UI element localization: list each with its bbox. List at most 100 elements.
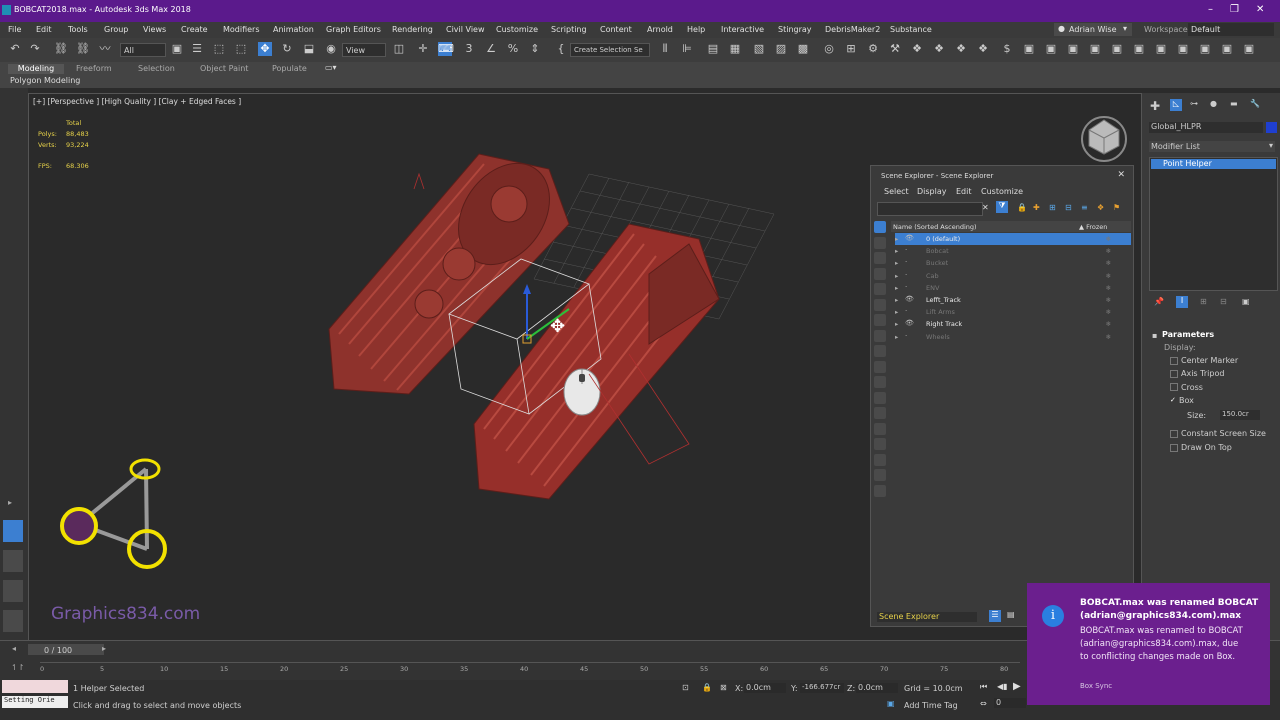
plugin-tool-15-icon[interactable]: ▣: [1220, 42, 1234, 56]
se-menu-select[interactable]: Select: [884, 187, 909, 196]
hierarchy-tab-icon[interactable]: ⊶: [1190, 99, 1198, 108]
undo-icon[interactable]: ↶: [8, 42, 22, 56]
z-field[interactable]: 0.0cm: [856, 683, 898, 693]
menu-customize[interactable]: Customize: [496, 25, 538, 34]
footer-tool-icon-1[interactable]: ☰: [989, 610, 1001, 622]
visibility-eye-icon[interactable]: ·: [905, 283, 907, 291]
freeze-icon[interactable]: ❄: [1106, 296, 1111, 304]
utilities-tab-icon[interactable]: 🔧: [1250, 99, 1260, 108]
close-icon[interactable]: ✕: [1117, 170, 1125, 180]
place-icon[interactable]: ◉: [324, 42, 338, 56]
ribbon-tab-freeform[interactable]: Freeform: [76, 64, 112, 73]
plugin-tool-2-icon[interactable]: ❖: [932, 42, 946, 56]
menu-file[interactable]: File: [8, 25, 21, 34]
ribbon-tab-modeling[interactable]: Modeling: [8, 64, 64, 74]
maxscript-output[interactable]: Setting Orie: [2, 696, 68, 708]
display-tab-icon[interactable]: ▬: [1230, 99, 1238, 108]
expand-arrow-icon[interactable]: ▸: [8, 498, 12, 507]
ribbon-tab-selection[interactable]: Selection: [138, 64, 175, 73]
freeze-icon[interactable]: ❄: [1106, 247, 1111, 255]
expand-arrow-icon[interactable]: ▸: [895, 320, 898, 328]
layer-explorer-icon[interactable]: ▤: [706, 42, 720, 56]
object-color-swatch[interactable]: [1266, 122, 1277, 133]
size-spinner[interactable]: 150.0cr: [1220, 410, 1260, 420]
y-field[interactable]: -166.677cr: [800, 683, 844, 693]
plugin-tool-5-icon[interactable]: $: [1000, 42, 1014, 56]
option-draw-on-top[interactable]: Draw On Top: [1170, 443, 1232, 452]
menu-substance[interactable]: Substance: [890, 25, 932, 34]
visibility-eye-icon[interactable]: ·: [905, 271, 907, 279]
redo-icon[interactable]: ↷: [28, 42, 42, 56]
visibility-eye-icon[interactable]: 👁: [905, 295, 914, 303]
freeze-icon[interactable]: ❄: [1106, 333, 1111, 341]
keyboard-shortcut-icon[interactable]: ⌨: [438, 42, 454, 56]
scale-icon[interactable]: ⬓: [302, 42, 316, 56]
ribbon-tab-populate[interactable]: Populate: [272, 64, 307, 73]
se-side-tool-9[interactable]: [874, 345, 886, 357]
scene-explorer-row[interactable]: ▸ · Lift Arms ❄: [895, 306, 1131, 318]
select-by-name-icon[interactable]: ☰: [190, 42, 204, 56]
menu-arnold[interactable]: Arnold: [647, 25, 673, 34]
plugin-tool-10-icon[interactable]: ▣: [1110, 42, 1124, 56]
expand-arrow-icon[interactable]: ▸: [895, 247, 898, 255]
rectangular-region-icon[interactable]: ⬚: [212, 42, 226, 56]
freeze-icon[interactable]: ❄: [1106, 320, 1111, 328]
menu-animation[interactable]: Animation: [273, 25, 314, 34]
play-icon[interactable]: ▶: [1013, 681, 1021, 692]
menu-debrismaker2[interactable]: DebrisMaker2: [825, 25, 880, 34]
select-object-icon[interactable]: ▣: [170, 42, 184, 56]
ribbon-tab-object-paint[interactable]: Object Paint: [200, 64, 248, 73]
menu-content[interactable]: Content: [600, 25, 632, 34]
se-menu-display[interactable]: Display: [917, 187, 947, 196]
user-account-menu[interactable]: ● Adrian Wise ▾: [1054, 23, 1132, 36]
ribbon-toggle-icon[interactable]: ▦: [728, 42, 742, 56]
box-sync-notification[interactable]: i BOBCAT.max was renamed BOBCAT (adrian@…: [1027, 583, 1270, 705]
column-frozen[interactable]: ▲ Frozen: [1079, 223, 1107, 231]
menu-edit[interactable]: Edit: [36, 25, 52, 34]
option-constant-screen-size[interactable]: Constant Screen Size: [1170, 429, 1266, 438]
plugin-tool-12-icon[interactable]: ▣: [1154, 42, 1168, 56]
se-side-tool-10[interactable]: [874, 360, 886, 373]
se-side-tool-11[interactable]: [874, 376, 886, 388]
add-time-tag[interactable]: Add Time Tag: [904, 701, 958, 710]
material-editor-icon[interactable]: ▩: [796, 42, 810, 56]
menu-graph-editors[interactable]: Graph Editors: [326, 25, 381, 34]
expand-arrow-icon[interactable]: ▸: [895, 284, 898, 292]
go-to-start-icon[interactable]: ⏮: [980, 682, 987, 692]
workspace-dropdown[interactable]: Default: [1188, 23, 1274, 36]
create-tab-icon[interactable]: ✚: [1150, 99, 1160, 113]
se-side-tool-1[interactable]: [874, 221, 886, 233]
expand-arrow-icon[interactable]: ▸: [895, 296, 898, 304]
menu-help[interactable]: Help: [687, 25, 705, 34]
rendered-frame-icon[interactable]: ⊞: [844, 42, 858, 56]
scene-explorer-search[interactable]: [877, 202, 983, 216]
scene-explorer-row[interactable]: ▸ 👁 0 (default) ❄: [895, 233, 1131, 245]
selection-filter-dropdown[interactable]: All: [120, 43, 166, 57]
minimize-icon[interactable]: –: [1208, 4, 1213, 15]
footer-tool-icon-2[interactable]: ▤: [1007, 610, 1015, 619]
layout-tab-1[interactable]: [3, 520, 23, 542]
time-slider[interactable]: 0 / 100: [28, 644, 104, 655]
track-bar[interactable]: [40, 662, 1020, 678]
link-icon[interactable]: ⛓: [54, 42, 68, 56]
checkbox[interactable]: [1170, 356, 1178, 365]
plugin-tool-11-icon[interactable]: ▣: [1132, 42, 1146, 56]
se-side-tool-7[interactable]: [874, 314, 886, 326]
se-side-tool-18[interactable]: [874, 484, 886, 497]
prev-key-icon[interactable]: ◀▮: [997, 682, 1008, 691]
menu-civil-view[interactable]: Civil View: [446, 25, 485, 34]
edit-named-selection-icon[interactable]: {: [554, 42, 568, 56]
visibility-eye-icon[interactable]: ·: [905, 258, 907, 266]
freeze-icon[interactable]: ❄: [1106, 235, 1111, 243]
object-name-field[interactable]: Global_HLPR: [1149, 122, 1263, 133]
maxscript-listener[interactable]: [2, 680, 68, 693]
align-icon[interactable]: ⊫: [680, 42, 694, 56]
se-side-tool-15[interactable]: [874, 438, 886, 450]
remove-modifier-icon[interactable]: ⊟: [1220, 297, 1227, 306]
plugin-tool-6-icon[interactable]: ▣: [1022, 42, 1036, 56]
snaps-toggle-icon[interactable]: 3: [462, 42, 476, 56]
checkbox[interactable]: ✓: [1170, 397, 1176, 404]
se-side-tool-17[interactable]: [874, 469, 886, 481]
x-field[interactable]: 0.0cm: [744, 683, 786, 693]
unlink-icon[interactable]: ⛓: [76, 42, 90, 56]
